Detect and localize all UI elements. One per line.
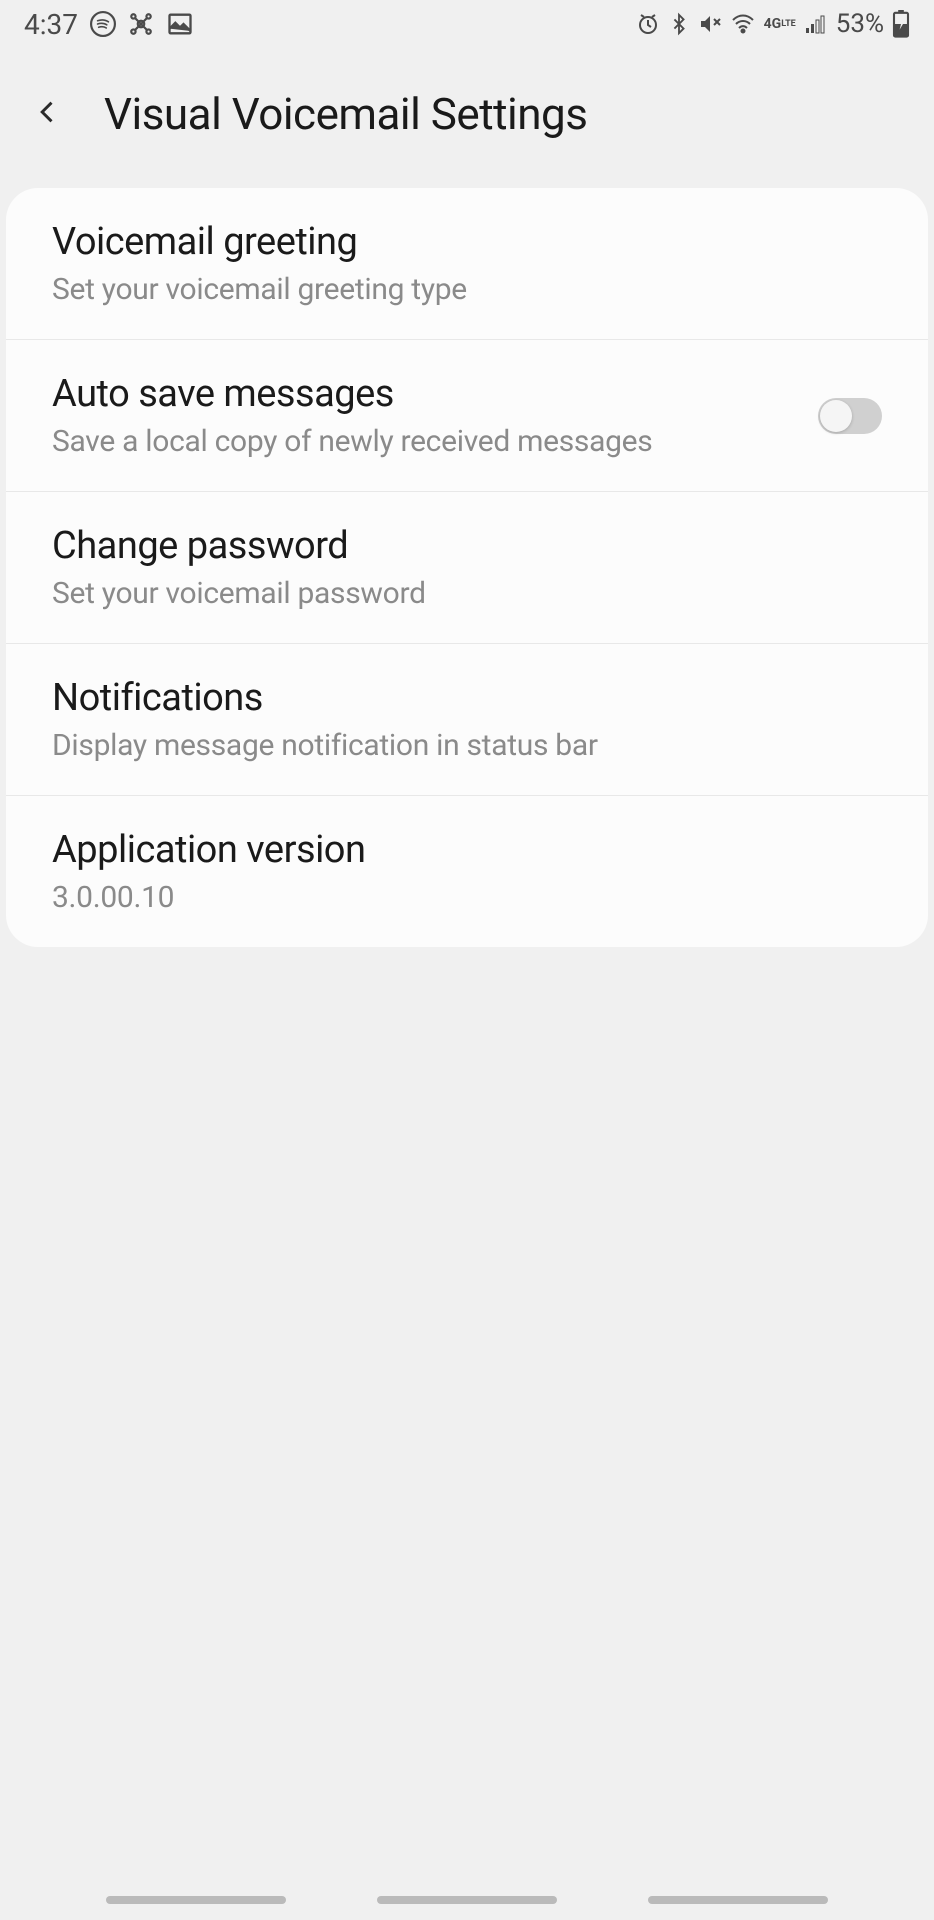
- setting-subtitle: Display message notification in status b…: [52, 728, 882, 763]
- change-password-item[interactable]: Change password Set your voicemail passw…: [6, 492, 928, 644]
- toggle-knob: [820, 400, 852, 432]
- status-bar-left: 4:37: [24, 8, 194, 41]
- status-time: 4:37: [24, 8, 78, 41]
- home-nav[interactable]: [377, 1896, 557, 1904]
- image-icon: [166, 10, 194, 38]
- setting-text: Auto save messages Save a local copy of …: [52, 372, 798, 459]
- setting-text: Voicemail greeting Set your voicemail gr…: [52, 220, 882, 307]
- setting-title: Notifications: [52, 676, 882, 720]
- page-header: Visual Voicemail Settings: [0, 48, 934, 164]
- setting-text: Change password Set your voicemail passw…: [52, 524, 882, 611]
- network-icon: [128, 11, 154, 37]
- auto-save-toggle[interactable]: [818, 398, 882, 434]
- battery-percent: 53%: [836, 9, 884, 39]
- voicemail-greeting-item[interactable]: Voicemail greeting Set your voicemail gr…: [6, 188, 928, 340]
- settings-list: Voicemail greeting Set your voicemail gr…: [6, 188, 928, 947]
- application-version-item: Application version 3.0.00.10: [6, 796, 928, 947]
- battery-charging-icon: [892, 10, 910, 38]
- wifi-icon: [730, 12, 756, 36]
- back-nav[interactable]: [648, 1896, 828, 1904]
- mute-vibrate-icon: [698, 12, 722, 36]
- spotify-icon: [90, 11, 116, 37]
- notifications-item[interactable]: Notifications Display message notificati…: [6, 644, 928, 796]
- mobile-data-icon: 4GLTE: [764, 17, 796, 31]
- setting-subtitle: Set your voicemail greeting type: [52, 272, 882, 307]
- status-bar: 4:37 4GLTE 53%: [0, 0, 934, 48]
- back-button[interactable]: [24, 90, 72, 138]
- setting-subtitle: 3.0.00.10: [52, 880, 882, 915]
- signal-icon: [804, 12, 828, 36]
- setting-text: Application version 3.0.00.10: [52, 828, 882, 915]
- setting-subtitle: Save a local copy of newly received mess…: [52, 424, 798, 459]
- auto-save-messages-item[interactable]: Auto save messages Save a local copy of …: [6, 340, 928, 492]
- alarm-icon: [636, 12, 660, 36]
- setting-title: Voicemail greeting: [52, 220, 882, 264]
- status-bar-right: 4GLTE 53%: [636, 9, 910, 39]
- setting-text: Notifications Display message notificati…: [52, 676, 882, 763]
- bluetooth-icon: [668, 12, 690, 36]
- setting-title: Auto save messages: [52, 372, 798, 416]
- page-title: Visual Voicemail Settings: [104, 88, 587, 140]
- setting-title: Change password: [52, 524, 882, 568]
- setting-title: Application version: [52, 828, 882, 872]
- setting-subtitle: Set your voicemail password: [52, 576, 882, 611]
- chevron-left-icon: [34, 92, 62, 136]
- navigation-bar: [0, 1880, 934, 1920]
- recents-nav[interactable]: [106, 1896, 286, 1904]
